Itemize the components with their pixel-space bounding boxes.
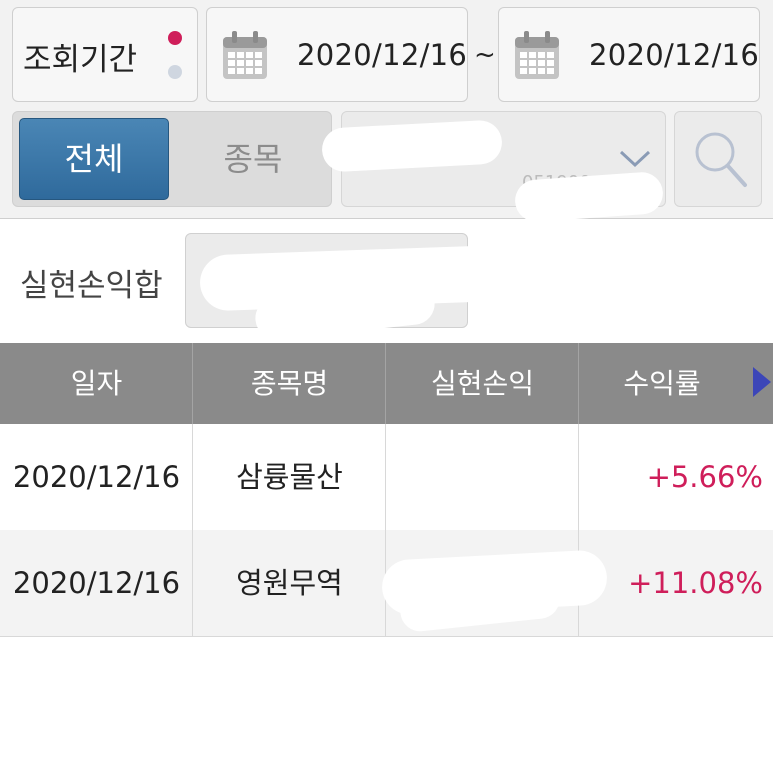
search-button[interactable] [674,111,762,207]
header-realized-pl[interactable]: 실현손익 [386,343,579,424]
header-return-rate[interactable]: 수익률 [579,343,773,424]
period-label: 조회기간 [23,42,138,78]
row-realized-pl [386,424,579,530]
period-dot-inactive[interactable] [168,65,182,79]
calendar-icon [223,31,267,79]
start-date-value: 2020/12/16 [297,38,468,72]
calendar-icon [515,31,559,79]
period-dot-active[interactable] [168,31,182,45]
stock-button[interactable]: 종목 [178,118,328,200]
period-selector[interactable]: 조회기간 [12,7,198,102]
chevron-down-icon [619,150,651,168]
header-stock-name[interactable]: 종목명 [193,343,386,424]
end-date-value: 2020/12/16 [589,38,760,72]
scroll-right-icon[interactable] [753,367,771,397]
table-row[interactable]: 2020/12/16 삼륭물산 +5.66% [0,424,773,530]
date-range-separator: ~ [474,40,496,70]
row-date: 2020/12/16 [12,566,181,600]
row-date: 2020/12/16 [12,460,181,494]
scope-toggle: 전체 종목 [12,111,332,207]
row-return-rate: +5.66% [646,460,763,494]
table-header: 일자 종목명 실현손익 수익률 [0,343,773,424]
realized-pl-total-label: 실현손익합 [20,268,163,304]
start-date-field[interactable]: 2020/12/16 [206,7,468,102]
search-icon [695,132,747,187]
divider [0,218,773,219]
row-return-rate: +11.08% [628,566,763,600]
all-button[interactable]: 전체 [19,118,169,200]
end-date-field[interactable]: 2020/12/16 [498,7,760,102]
row-stock-name: 삼륭물산 [236,460,343,494]
header-date[interactable]: 일자 [0,343,193,424]
redaction-mark [320,119,504,173]
row-stock-name: 영원무역 [236,566,343,600]
